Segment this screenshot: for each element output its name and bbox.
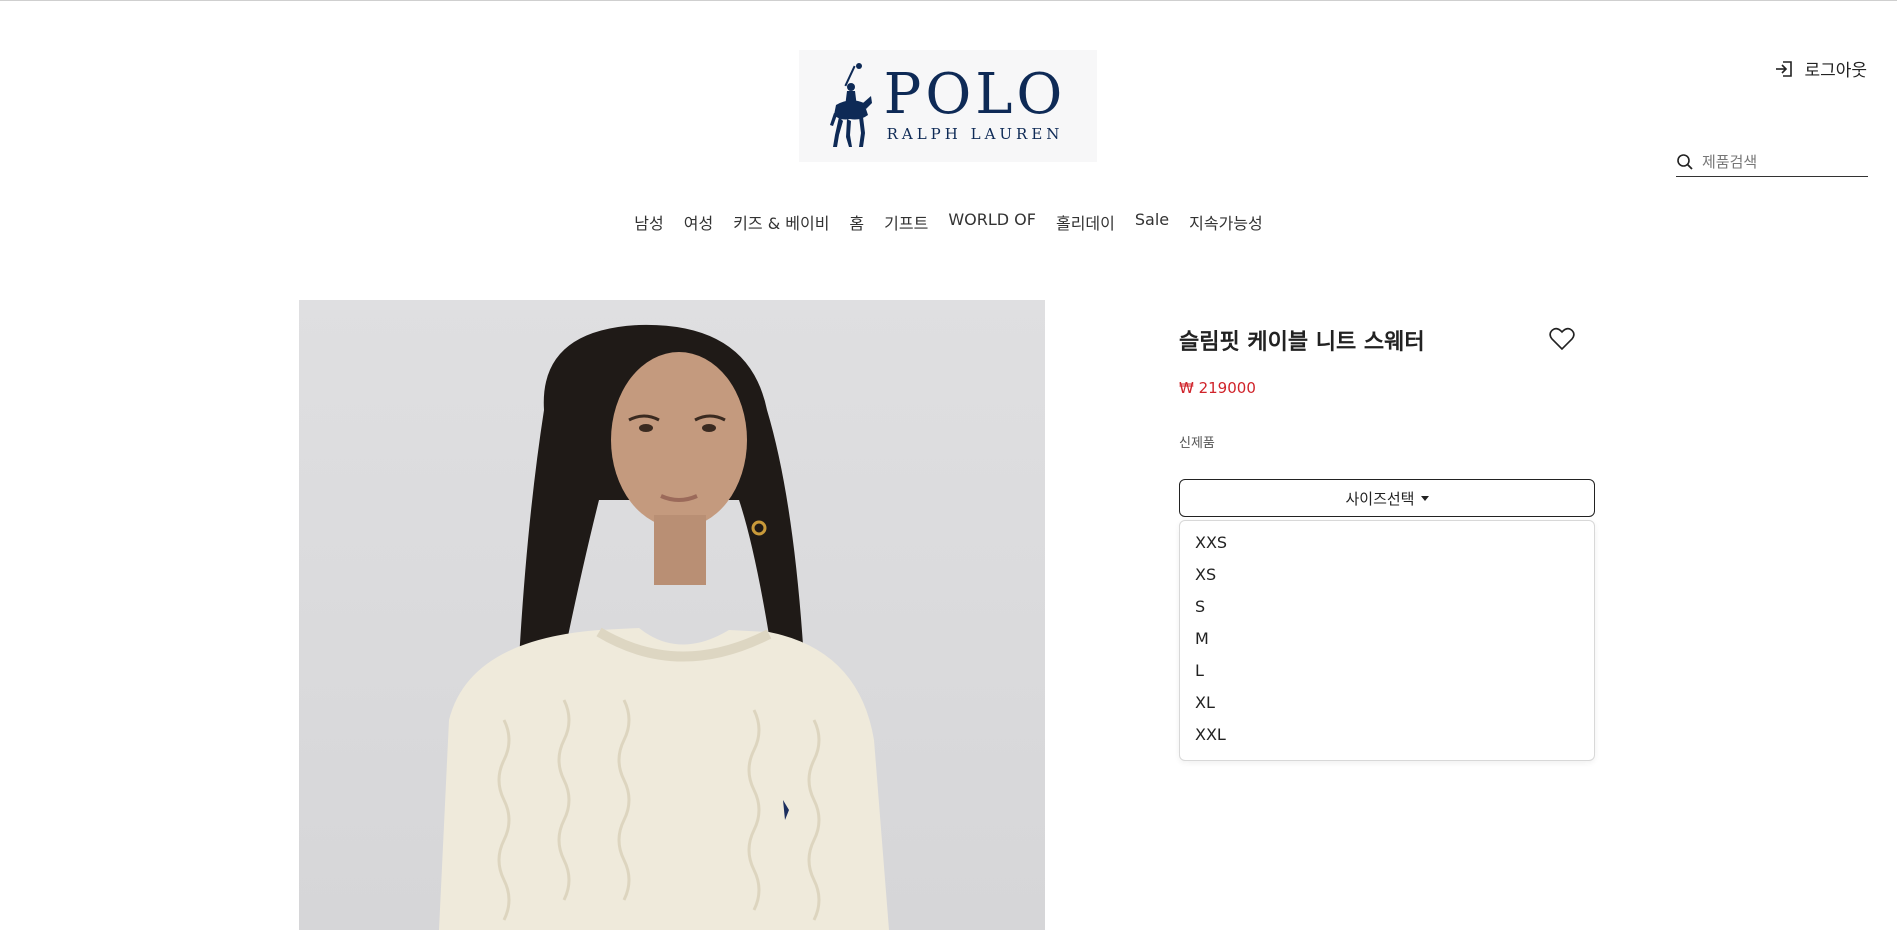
size-select-label: 사이즈선택 [1345,489,1415,508]
size-option-xl[interactable]: XL [1180,691,1594,723]
size-select-button[interactable]: 사이즈선택 [1179,479,1595,517]
size-option-l[interactable]: L [1180,659,1594,691]
logout-button[interactable]: 로그아웃 [1774,56,1867,81]
brand-logo[interactable]: POLO RALPH LAUREN [799,50,1097,162]
nav-item-men[interactable]: 남성 [634,210,663,234]
nav-item-sustainability[interactable]: 지속가능성 [1189,210,1263,234]
new-product-badge: 신제품 [1179,436,1215,451]
nav-item-home[interactable]: 홈 [849,210,864,234]
size-option-xs[interactable]: XS [1180,563,1594,595]
nav-item-sale[interactable]: Sale [1135,210,1169,234]
main-nav: 남성 여성 키즈 & 베이비 홈 기프트 WORLD OF 홀리데이 Sale … [0,210,1897,234]
nav-item-holiday[interactable]: 홀리데이 [1056,210,1115,234]
nav-item-women[interactable]: 여성 [684,210,713,234]
nav-item-gift[interactable]: 기프트 [884,210,928,234]
wishlist-heart-icon[interactable] [1549,327,1575,355]
caret-down-icon [1420,495,1429,501]
product-price: ₩ 219000 [1179,379,1256,397]
polo-player-icon [829,63,872,147]
size-option-xxl[interactable]: XXL [1180,723,1594,755]
size-option-m[interactable]: M [1180,627,1594,659]
size-option-s[interactable]: S [1180,595,1594,627]
model-photo-illustration [439,324,889,930]
search-icon [1677,154,1693,170]
size-dropdown-menu: XXS XS S M L XL XXL [1179,520,1595,761]
product-image[interactable] [299,300,1045,930]
size-option-xxs[interactable]: XXS [1180,531,1594,563]
sign-in-icon [1776,60,1793,77]
brand-subname: RALPH LAUREN [886,125,1064,143]
search-input[interactable] [1702,153,1862,171]
product-title: 슬림핏 케이블 니트 스웨터 [1179,330,1425,355]
nav-item-world-of[interactable]: WORLD OF [948,210,1036,234]
logout-label: 로그아웃 [1804,61,1867,81]
search-bar[interactable] [1676,148,1868,177]
nav-item-kids-baby[interactable]: 키즈 & 베이비 [733,210,829,234]
brand-name: POLO [883,62,1067,127]
top-border [0,0,1897,1]
